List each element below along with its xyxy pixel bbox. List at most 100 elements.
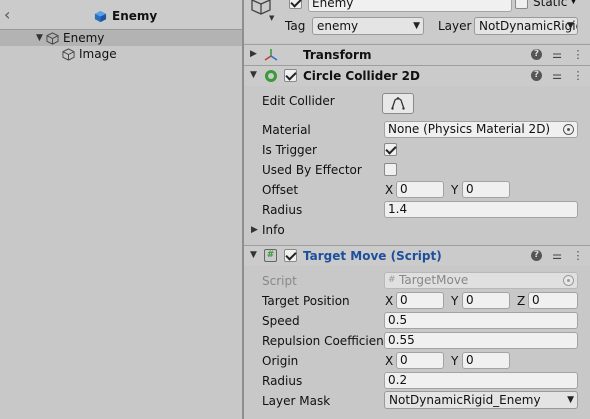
preset-sliders-icon[interactable]: ⚌ bbox=[551, 249, 563, 262]
hierarchy-panel: ‹ Enemy ▼ Enemy Image bbox=[0, 0, 242, 419]
more-options-icon[interactable]: ⋮ bbox=[572, 69, 584, 82]
target-radius-label: Radius bbox=[262, 374, 303, 388]
hierarchy-item-label: Image bbox=[79, 47, 117, 61]
more-options-icon[interactable]: ⋮ bbox=[572, 48, 584, 61]
used-by-effector-label: Used By Effector bbox=[262, 163, 362, 177]
help-icon[interactable]: ? bbox=[531, 70, 542, 81]
target-move-header[interactable]: ▼ # Target Move (Script) ? ⚌ ⋮ bbox=[244, 245, 590, 266]
gameobject-cube-icon bbox=[46, 31, 59, 45]
target-move-enabled-checkbox[interactable] bbox=[284, 249, 297, 262]
target-move-header-icons: ? ⚌ ⋮ bbox=[531, 249, 584, 262]
origin-y-label[interactable]: Y bbox=[451, 354, 458, 368]
layer-dropdown[interactable]: NotDynamicRigid ▼ bbox=[474, 17, 578, 35]
preset-sliders-icon[interactable]: ⚌ bbox=[551, 48, 563, 61]
is-trigger-checkbox[interactable] bbox=[384, 143, 397, 156]
speed-input[interactable]: 0.5 bbox=[384, 312, 578, 329]
transform-header[interactable]: ▶ Transform ? ⚌ ⋮ bbox=[244, 44, 590, 65]
target-position-label: Target Position bbox=[262, 294, 350, 308]
object-name-input[interactable]: Enemy bbox=[308, 0, 512, 12]
origin-y-input[interactable]: 0 bbox=[462, 352, 510, 369]
layer-mask-value: NotDynamicRigid_Enemy bbox=[389, 393, 541, 407]
object-header: ▼ Enemy Static ▼ Tag enemy ▼ Layer NotDy… bbox=[244, 0, 590, 42]
transform-icon bbox=[264, 49, 278, 61]
transform-title: Transform bbox=[303, 48, 372, 62]
help-icon[interactable]: ? bbox=[531, 49, 542, 60]
hierarchy-header: ‹ Enemy bbox=[0, 0, 242, 30]
chevron-down-icon: ▼ bbox=[413, 21, 420, 31]
origin-x-label[interactable]: X bbox=[385, 354, 393, 368]
target-radius-input[interactable]: 0.2 bbox=[384, 372, 578, 389]
prefab-title: Enemy bbox=[94, 8, 157, 24]
material-value: None (Physics Material 2D) bbox=[388, 122, 551, 136]
layer-value: NotDynamicRigid bbox=[479, 19, 578, 33]
script-label: Script bbox=[262, 274, 297, 288]
material-label: Material bbox=[262, 123, 311, 137]
origin-label: Origin bbox=[262, 354, 299, 368]
static-checkbox[interactable] bbox=[515, 0, 528, 9]
material-field[interactable]: None (Physics Material 2D) bbox=[384, 121, 578, 138]
offset-label: Offset bbox=[262, 183, 299, 197]
circle-collider-header-icons: ? ⚌ ⋮ bbox=[531, 69, 584, 82]
tp-z-input[interactable]: 0 bbox=[528, 292, 578, 309]
fold-down-icon[interactable]: ▼ bbox=[250, 70, 257, 80]
gameobject-cube-icon bbox=[62, 47, 75, 61]
fold-down-icon[interactable]: ▼ bbox=[250, 250, 257, 260]
tp-y-label[interactable]: Y bbox=[451, 294, 458, 308]
hierarchy-item-image[interactable]: Image bbox=[0, 46, 242, 62]
tp-y-input[interactable]: 0 bbox=[462, 292, 510, 309]
back-arrow-icon[interactable]: ‹ bbox=[4, 7, 16, 23]
chevron-down-icon: ▼ bbox=[567, 21, 574, 31]
object-picker-icon bbox=[563, 275, 574, 286]
help-icon[interactable]: ? bbox=[531, 250, 542, 261]
used-by-effector-checkbox[interactable] bbox=[384, 163, 397, 176]
edit-collider-label: Edit Collider bbox=[262, 94, 335, 108]
offset-y-input[interactable]: 0 bbox=[462, 181, 510, 198]
more-options-icon[interactable]: ⋮ bbox=[572, 249, 584, 262]
hierarchy-item-label: Enemy bbox=[63, 31, 105, 45]
offset-x-input[interactable]: 0 bbox=[396, 181, 444, 198]
radius-label: Radius bbox=[262, 203, 303, 217]
expand-arrow-icon[interactable]: ▼ bbox=[36, 33, 46, 43]
info-label[interactable]: Info bbox=[262, 223, 285, 237]
layer-label: Layer bbox=[438, 19, 472, 33]
layer-mask-label: Layer Mask bbox=[262, 394, 331, 408]
is-trigger-label: Is Trigger bbox=[262, 143, 317, 157]
edit-collider-button[interactable] bbox=[382, 93, 414, 114]
circle-collider-header[interactable]: ▼ Circle Collider 2D ? ⚌ ⋮ bbox=[244, 65, 590, 86]
hierarchy-item-enemy[interactable]: ▼ Enemy bbox=[0, 30, 242, 46]
offset-x-label[interactable]: X bbox=[385, 183, 393, 197]
offset-y-label[interactable]: Y bbox=[451, 183, 458, 197]
script-field: # TargetMove bbox=[384, 272, 578, 289]
script-value: TargetMove bbox=[399, 273, 469, 287]
circle-collider-enabled-checkbox[interactable] bbox=[284, 69, 297, 82]
prefab-cube-icon bbox=[94, 10, 107, 22]
repulsion-coefficient-label: Repulsion Coefficient bbox=[262, 334, 389, 348]
chevron-down-icon: ▼ bbox=[567, 395, 574, 405]
tag-dropdown[interactable]: enemy ▼ bbox=[312, 17, 424, 35]
speed-label: Speed bbox=[262, 314, 300, 328]
edit-collider-shape-icon bbox=[391, 97, 405, 110]
repulsion-coefficient-input[interactable]: 0.55 bbox=[384, 332, 578, 349]
icon-dropdown-arrow-icon[interactable]: ▼ bbox=[269, 14, 274, 22]
fold-right-icon[interactable]: ▶ bbox=[250, 49, 257, 59]
preset-sliders-icon[interactable]: ⚌ bbox=[551, 69, 563, 82]
tag-label: Tag bbox=[285, 19, 306, 33]
tag-value: enemy bbox=[317, 19, 359, 33]
radius-input[interactable]: 1.4 bbox=[384, 201, 578, 218]
circle-collider-icon bbox=[265, 70, 277, 82]
tp-x-input[interactable]: 0 bbox=[396, 292, 444, 309]
object-picker-icon[interactable] bbox=[563, 124, 574, 135]
script-file-icon: # bbox=[388, 275, 396, 285]
tp-x-label[interactable]: X bbox=[385, 294, 393, 308]
tp-z-label[interactable]: Z bbox=[517, 294, 525, 308]
active-checkbox[interactable] bbox=[289, 0, 302, 9]
target-move-title: Target Move (Script) bbox=[303, 249, 442, 263]
inspector-panel: ▼ Enemy Static ▼ Tag enemy ▼ Layer NotDy… bbox=[244, 0, 590, 419]
script-hash-icon: # bbox=[264, 249, 277, 262]
info-fold-icon[interactable]: ▶ bbox=[251, 225, 258, 235]
layer-mask-dropdown[interactable]: NotDynamicRigid_Enemy ▼ bbox=[384, 391, 578, 409]
static-dropdown-arrow-icon[interactable]: ▼ bbox=[570, 0, 577, 6]
origin-x-input[interactable]: 0 bbox=[396, 352, 444, 369]
circle-collider-title: Circle Collider 2D bbox=[303, 69, 420, 83]
transform-header-icons: ? ⚌ ⋮ bbox=[531, 48, 584, 61]
